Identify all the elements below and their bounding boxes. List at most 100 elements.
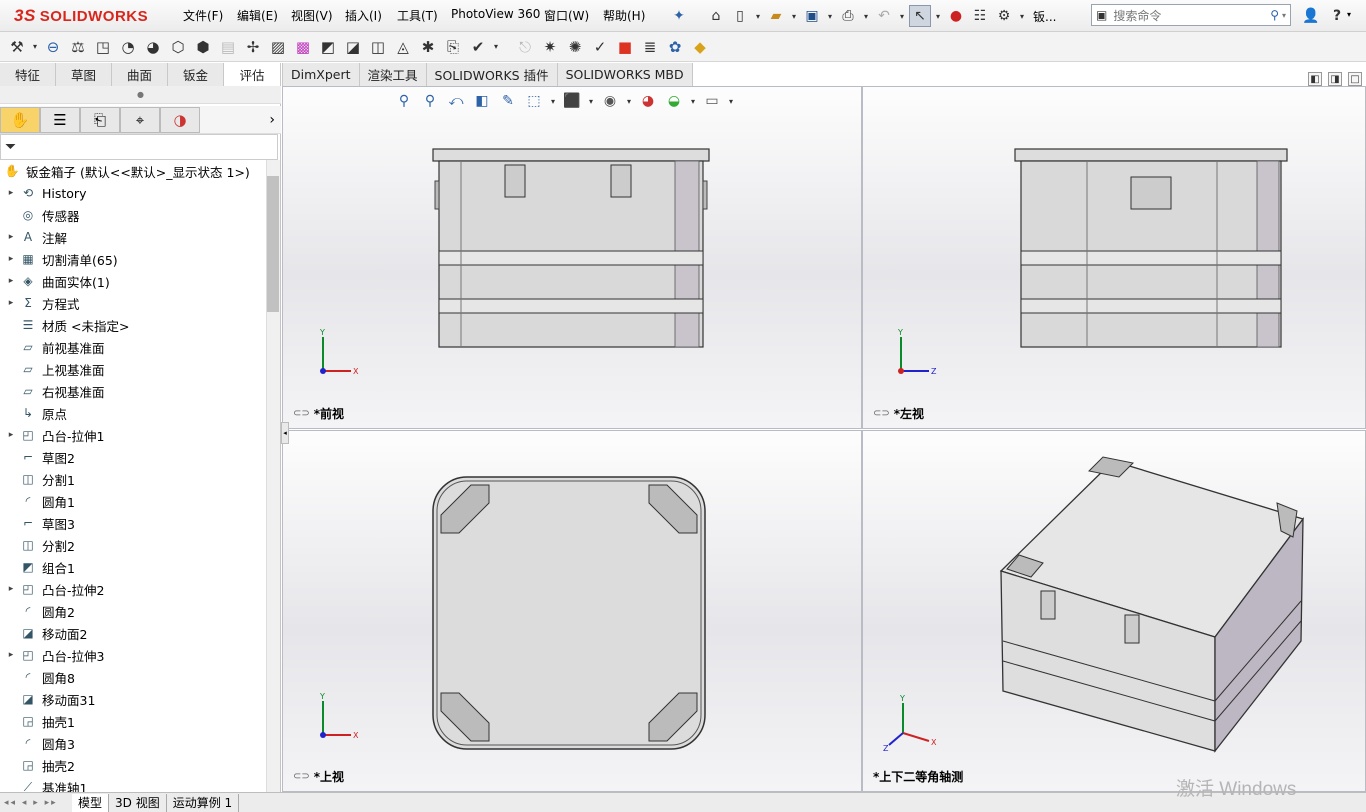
tab-3d-view[interactable]: 3D 视图 <box>109 793 167 812</box>
curvature-icon[interactable]: ▩ <box>292 36 314 58</box>
tree-item[interactable]: ▱ 前视基准面 <box>0 336 266 358</box>
apply-scene-icon[interactable]: ◒ <box>663 90 685 112</box>
tree-item[interactable]: ▸ ⟲ History <box>0 182 266 204</box>
tree-item[interactable]: ☰ 材质 <未指定> <box>0 314 266 336</box>
tree-item[interactable]: ◜ 圆角2 <box>0 600 266 622</box>
tree-item[interactable]: ◫ 分割2 <box>0 534 266 556</box>
maximize-icon[interactable]: ◨ <box>1328 72 1342 86</box>
rebuild-icon[interactable]: ● <box>945 5 967 27</box>
new-document-icon[interactable]: ▯ <box>729 5 751 27</box>
dimxpert-manager-tab-icon[interactable]: ⌖ <box>120 106 160 133</box>
tree-item[interactable]: ▸ ◰ 凸台-拉伸1 <box>0 424 266 446</box>
search-commands-box[interactable]: ▣ 搜索命令 ⚲ ▾ <box>1091 4 1291 26</box>
feature-manager-tab-icon[interactable]: ✋ <box>0 106 40 133</box>
tree-item[interactable]: ◜ 圆角8 <box>0 666 266 688</box>
tab-model[interactable]: 模型 <box>72 793 110 812</box>
section-properties-icon[interactable]: ◳ <box>92 36 114 58</box>
tab-surfaces[interactable]: 曲面 <box>112 63 168 86</box>
undercut-icon[interactable]: ◪ <box>342 36 364 58</box>
menu-tools[interactable]: 工具(T) <box>397 7 438 24</box>
chevron-down-icon[interactable]: ▾ <box>933 5 943 27</box>
measure-icon[interactable]: ⊖ <box>42 36 64 58</box>
expand-arrow-icon[interactable]: ▸ <box>4 254 18 264</box>
select-arrow-icon[interactable]: ↖ <box>909 5 931 27</box>
tree-item[interactable]: ◜ 圆角1 <box>0 490 266 512</box>
expand-arrow-icon[interactable]: ▸ <box>4 188 18 198</box>
save-icon[interactable]: ▣ <box>801 5 823 27</box>
tree-item[interactable]: ▸ ◰ 凸台-拉伸2 <box>0 578 266 600</box>
link-icon[interactable]: ⊂⊃ <box>873 408 890 419</box>
chevron-down-icon[interactable]: ▾ <box>727 90 735 112</box>
viewport-top[interactable]: Y X ⊂⊃ *上视 <box>282 430 862 792</box>
tree-item[interactable]: ◲ 抽壳1 <box>0 710 266 732</box>
tree-item[interactable]: ▸ Σ 方程式 <box>0 292 266 314</box>
deviation-analysis-icon[interactable]: ✢ <box>242 36 264 58</box>
chevron-right-icon[interactable]: › <box>269 112 275 128</box>
open-icon[interactable]: ▰ <box>765 5 787 27</box>
link-icon[interactable]: ⊂⊃ <box>293 408 310 419</box>
home-icon[interactable]: ⌂ <box>705 5 727 27</box>
tab-evaluate[interactable]: 评估 <box>224 63 281 86</box>
chevron-down-icon[interactable]: ▾ <box>549 90 557 112</box>
tree-item[interactable]: ◜ 圆角3 <box>0 732 266 754</box>
zebra-stripes-icon[interactable]: ▨ <box>267 36 289 58</box>
tab-features[interactable]: 特征 <box>0 63 56 86</box>
tree-item[interactable]: ▱ 右视基准面 <box>0 380 266 402</box>
tab-solidworks-mbd[interactable]: SOLIDWORKS MBD <box>557 63 693 86</box>
expand-arrow-icon[interactable]: ▸ <box>4 298 18 308</box>
view-settings-icon[interactable]: ▭ <box>701 90 723 112</box>
check-active-icon[interactable]: ✔ <box>467 36 489 58</box>
tab-solidworks-addins[interactable]: SOLIDWORKS 插件 <box>426 63 558 86</box>
tree-item[interactable]: ▸ A 注解 <box>0 226 266 248</box>
chevron-down-icon[interactable]: ▾ <box>753 5 763 27</box>
checkmark-icon[interactable]: ✓ <box>589 36 611 58</box>
tree-item[interactable]: ↳ 原点 <box>0 402 266 424</box>
chevron-down-icon[interactable]: ▾ <box>492 36 500 58</box>
geometry-analysis-icon[interactable]: ⬢ <box>192 36 214 58</box>
import-diagnostics-icon[interactable]: ▤ <box>217 36 239 58</box>
tab-dimxpert[interactable]: DimXpert <box>282 63 360 86</box>
link-icon[interactable]: ⊂⊃ <box>293 771 310 782</box>
menu-window[interactable]: 窗口(W) <box>544 7 589 24</box>
tree-item[interactable]: ▸ ◈ 曲面实体(1) <box>0 270 266 292</box>
draft-analysis-icon[interactable]: ◩ <box>317 36 339 58</box>
zoom-to-fit-icon[interactable]: ⚲ <box>393 90 415 112</box>
edit-appearance-icon[interactable]: ◕ <box>637 90 659 112</box>
search-icon[interactable]: ⚲ <box>1270 8 1279 22</box>
view-orientation-icon[interactable]: ⬚ <box>523 90 545 112</box>
menu-photoview[interactable]: PhotoView 360 <box>451 7 540 21</box>
tree-item[interactable]: ◪ 移动面2 <box>0 622 266 644</box>
flow-icon[interactable]: ✺ <box>564 36 586 58</box>
tree-item[interactable]: ◲ 抽壳2 <box>0 754 266 776</box>
design-check-icon[interactable]: ⚒ <box>6 36 28 58</box>
solidworks-logo[interactable]: 3S SOLIDWORKS <box>14 5 148 27</box>
chevron-down-icon[interactable]: ▾ <box>897 5 907 27</box>
section-view-icon[interactable]: ◧ <box>471 90 493 112</box>
menu-edit[interactable]: 编辑(E) <box>237 7 278 24</box>
chevron-down-icon[interactable]: ▾ <box>689 90 697 112</box>
tree-item[interactable]: ▸ ◰ 凸台-拉伸3 <box>0 644 266 666</box>
mass-properties-icon[interactable]: ⚖ <box>67 36 89 58</box>
display-style-icon[interactable]: ⬛ <box>561 90 583 112</box>
zoom-to-area-icon[interactable]: ⚲ <box>419 90 441 112</box>
configuration-manager-tab-icon[interactable]: ⎗ <box>80 106 120 133</box>
package-icon[interactable]: ◆ <box>689 36 711 58</box>
dynamic-annotation-icon[interactable]: ✎ <box>497 90 519 112</box>
chevron-down-icon[interactable]: ▾ <box>1282 11 1286 20</box>
viewport-left[interactable]: Y Z ⊂⊃ *左视 <box>862 86 1366 429</box>
sensor-icon[interactable]: ◔ <box>117 36 139 58</box>
user-icon[interactable]: 👤 <box>1300 5 1322 27</box>
tree-item[interactable]: ◫ 分割1 <box>0 468 266 490</box>
sustainability-icon[interactable]: ✿ <box>664 36 686 58</box>
print-icon[interactable]: ⎙ <box>837 5 859 27</box>
simulation-icon[interactable]: ✷ <box>539 36 561 58</box>
chevron-down-icon[interactable]: ▾ <box>625 90 633 112</box>
expand-arrow-icon[interactable]: ▸ <box>4 650 18 660</box>
tab-motion-study[interactable]: 运动算例 1 <box>167 793 240 812</box>
panel-grip[interactable]: ● <box>0 86 281 104</box>
file-properties-icon[interactable]: ☷ <box>969 5 991 27</box>
search-input[interactable]: 搜索命令 <box>1113 7 1270 24</box>
display-manager-tab-icon[interactable]: ◑ <box>160 106 200 133</box>
tab-sketch[interactable]: 草图 <box>56 63 112 86</box>
tree-item[interactable]: ◎ 传感器 <box>0 204 266 226</box>
